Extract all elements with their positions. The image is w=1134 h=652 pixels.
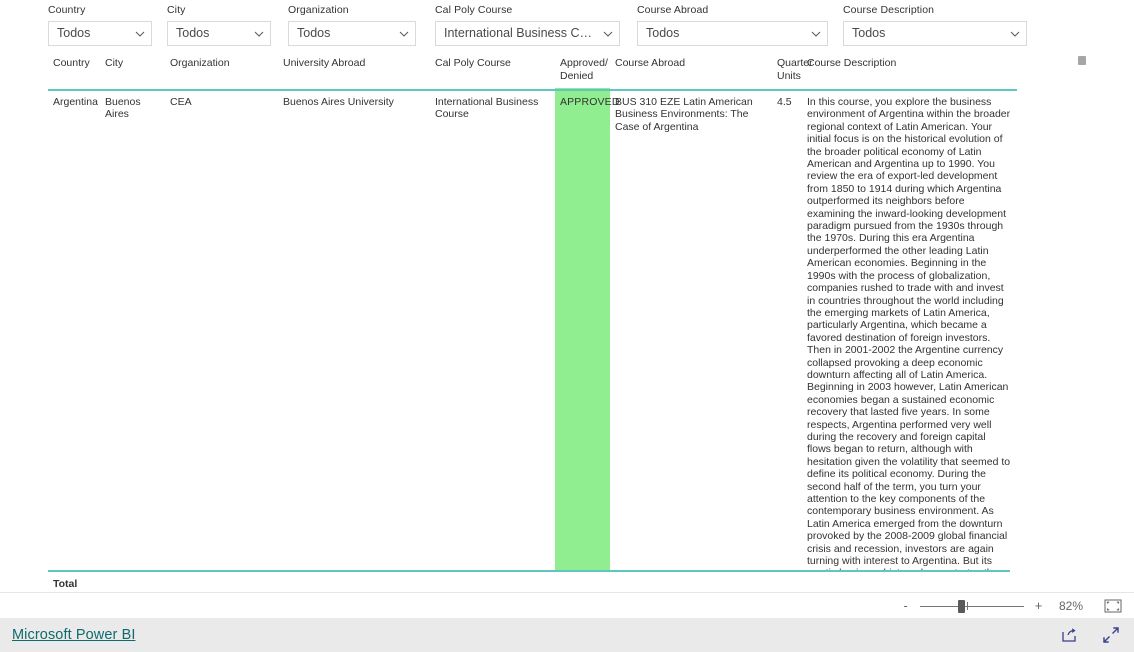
column-header-cal-poly-course[interactable]: Cal Poly Course: [430, 52, 555, 91]
slicer-cal-poly-course-label: Cal Poly Course: [435, 4, 513, 16]
status-bar: - + 82%: [0, 592, 1134, 618]
chevron-down-icon: [399, 29, 409, 38]
column-header-course-description[interactable]: Course Description: [802, 52, 1017, 91]
cell-quarter-units: 4.5: [777, 96, 792, 108]
footer-bar: Microsoft Power BI: [0, 618, 1134, 652]
chevron-down-icon: [254, 29, 264, 38]
footer-actions: [1060, 626, 1120, 644]
zoom-slider[interactable]: [920, 599, 1024, 613]
slicer-city-value: Todos: [176, 26, 210, 40]
zoom-control[interactable]: - + 82%: [900, 599, 1122, 613]
slicer-course-description-value: Todos: [852, 26, 886, 40]
cell-university-abroad: Buenos Aires University: [283, 96, 394, 108]
chevron-down-icon: [811, 29, 821, 38]
slicer-organization[interactable]: Organization Todos: [288, 4, 416, 46]
column-header-city[interactable]: City: [100, 52, 165, 91]
slicer-country-value: Todos: [57, 26, 91, 40]
slicer-organization-label: Organization: [288, 4, 349, 16]
fullscreen-icon[interactable]: [1102, 626, 1120, 644]
share-icon[interactable]: [1060, 626, 1078, 644]
cell-course-abroad: BUS 310 EZE Latin American Business Envi…: [615, 96, 753, 133]
chevron-down-icon: [1010, 29, 1020, 38]
table-total-row: Total: [48, 570, 1010, 590]
report-canvas: Country Todos City Todos Organization To…: [0, 0, 1134, 592]
slicer-city[interactable]: City Todos: [167, 4, 271, 46]
slicer-course-abroad-dropdown[interactable]: Todos: [637, 21, 828, 46]
table-row[interactable]: Argentina Buenos Aires CEA Buenos Aires …: [48, 90, 1017, 570]
course-table-visual[interactable]: Country City Organization University Abr…: [48, 52, 1086, 592]
column-header-course-abroad[interactable]: Course Abroad: [610, 52, 772, 91]
column-header-country[interactable]: Country: [48, 52, 100, 91]
zoom-in-button[interactable]: +: [1033, 599, 1044, 612]
slicer-course-description-dropdown[interactable]: Todos: [843, 21, 1027, 46]
slicer-course-description[interactable]: Course Description Todos: [843, 4, 1027, 46]
chevron-down-icon: [603, 29, 613, 38]
slicer-city-dropdown[interactable]: Todos: [167, 21, 271, 46]
slicer-country[interactable]: Country Todos: [48, 4, 152, 46]
slicer-course-abroad-value: Todos: [646, 26, 680, 40]
cell-country: Argentina: [53, 96, 98, 108]
visual-more-options-icon[interactable]: [1078, 56, 1086, 65]
zoom-slider-tick: [967, 601, 968, 610]
course-table: Country City Organization University Abr…: [48, 52, 1017, 570]
slicer-organization-dropdown[interactable]: Todos: [288, 21, 416, 46]
slicer-country-label: Country: [48, 4, 86, 16]
slicer-course-abroad-label: Course Abroad: [637, 4, 709, 16]
table-scroll-region[interactable]: Country City Organization University Abr…: [48, 52, 1064, 570]
column-header-approved-denied[interactable]: Approved/ Denied: [555, 52, 610, 91]
total-label: Total: [53, 578, 78, 590]
slicer-course-abroad[interactable]: Course Abroad Todos: [637, 4, 828, 46]
course-description-text: In this course, you explore the business…: [807, 96, 1011, 570]
status-badge: APPROVED: [560, 96, 620, 108]
slicer-panel: Country Todos City Todos Organization To…: [0, 0, 1134, 50]
slicer-cal-poly-course-dropdown[interactable]: International Business Course: [435, 21, 620, 46]
cell-cal-poly-course: International Business Course: [435, 96, 539, 121]
slicer-course-description-label: Course Description: [843, 4, 935, 16]
cell-organization: CEA: [170, 96, 192, 108]
zoom-slider-handle[interactable]: [958, 599, 965, 613]
slicer-cal-poly-course-value: International Business Course: [444, 26, 595, 40]
column-header-organization[interactable]: Organization: [165, 52, 278, 91]
power-bi-report-page: Country Todos City Todos Organization To…: [0, 0, 1134, 652]
slicer-city-label: City: [167, 4, 186, 16]
fit-to-page-icon[interactable]: [1104, 599, 1122, 613]
column-header-quarter-units[interactable]: Quarter Units: [772, 52, 813, 91]
power-bi-brand-link[interactable]: Microsoft Power BI: [12, 627, 135, 643]
chevron-down-icon: [135, 29, 145, 38]
cell-city: Buenos Aires: [105, 96, 141, 121]
slicer-country-dropdown[interactable]: Todos: [48, 21, 152, 46]
slicer-organization-value: Todos: [297, 26, 331, 40]
cell-course-description: In this course, you explore the business…: [802, 90, 1017, 570]
zoom-out-button[interactable]: -: [900, 599, 911, 612]
zoom-level-label: 82%: [1058, 598, 1083, 613]
slicer-cal-poly-course[interactable]: Cal Poly Course International Business C…: [435, 4, 620, 46]
column-header-university-abroad[interactable]: University Abroad: [278, 52, 430, 91]
zoom-slider-rail: [920, 605, 1024, 607]
table-header-row: Country City Organization University Abr…: [48, 52, 1017, 91]
cell-approved-denied: APPROVED: [555, 90, 619, 570]
